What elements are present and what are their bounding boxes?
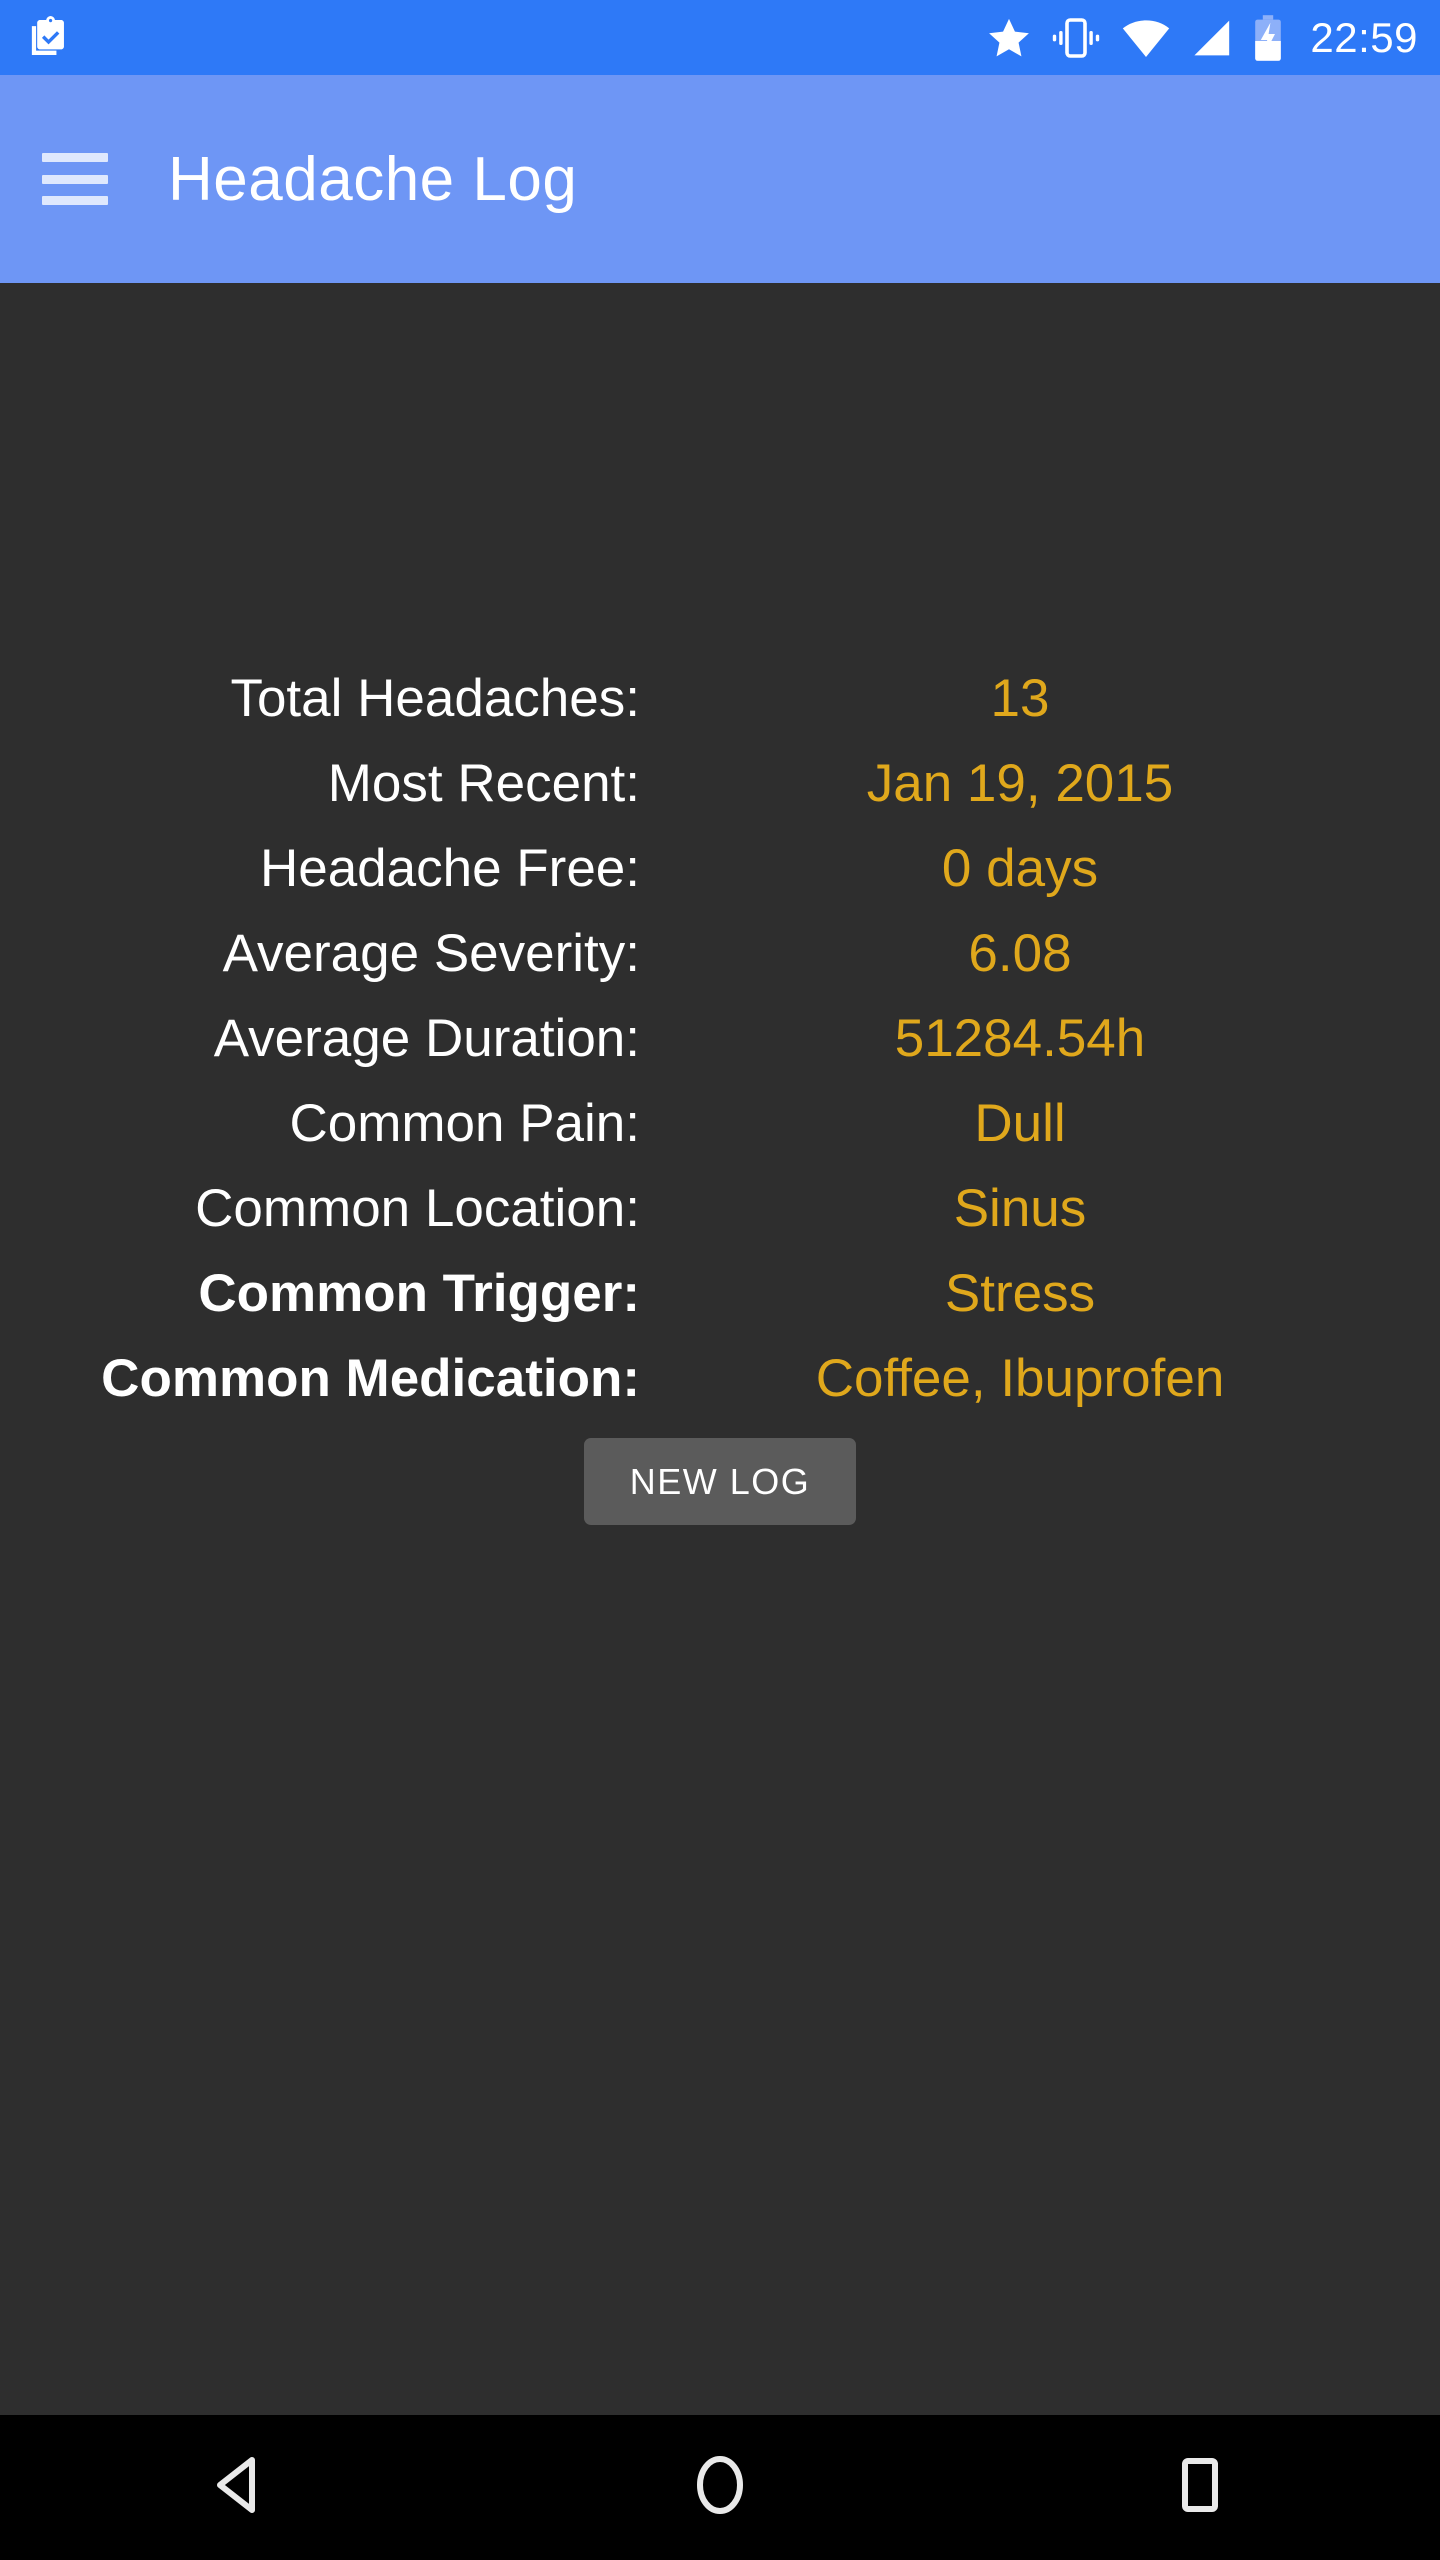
status-bar-indicators: 22:59 [986, 14, 1418, 62]
stat-row-average-duration: Average Duration: 51284.54h [0, 1008, 1440, 1093]
stat-value: 51284.54h [894, 1009, 1146, 1068]
stat-row-common-medication: Common Medication: Coffee, Ibuprofen [0, 1348, 1440, 1433]
stat-label: Common Pain: [289, 1094, 640, 1153]
stat-value: 6.08 [968, 924, 1072, 983]
battery-charging-icon [1252, 14, 1284, 62]
main-content: Total Headaches: 13 Most Recent: Jan 19,… [0, 283, 1440, 2415]
stat-label: Average Severity: [222, 924, 640, 983]
stat-label: Most Recent: [327, 754, 640, 813]
back-triangle-icon [212, 2454, 268, 2521]
stat-value: 0 days [941, 839, 1099, 898]
stat-row-most-recent: Most Recent: Jan 19, 2015 [0, 753, 1440, 838]
stat-row-total-headaches: Total Headaches: 13 [0, 668, 1440, 753]
stat-row-average-severity: Average Severity: 6.08 [0, 923, 1440, 1008]
hamburger-bar-2 [42, 174, 108, 184]
stat-label: Total Headaches: [230, 669, 640, 728]
clipboard-check-icon [26, 14, 70, 62]
wifi-icon [1120, 16, 1172, 60]
stat-label: Common Medication: [101, 1349, 640, 1408]
stat-row-common-pain: Common Pain: Dull [0, 1093, 1440, 1178]
stat-value: Coffee, Ibuprofen [815, 1349, 1225, 1408]
recents-square-icon [1180, 2456, 1220, 2519]
stat-value: 13 [990, 669, 1050, 728]
hamburger-bar-1 [42, 153, 108, 162]
vibrate-icon [1050, 16, 1102, 60]
stat-value: Dull [974, 1094, 1066, 1153]
cellular-signal-icon [1190, 16, 1234, 60]
hamburger-bar-3 [42, 196, 108, 205]
stat-label: Average Duration: [213, 1009, 640, 1068]
status-bar-notifications [26, 14, 70, 62]
star-icon [986, 16, 1032, 60]
status-bar: 22:59 [0, 0, 1440, 75]
stat-row-common-trigger: Common Trigger: Stress [0, 1263, 1440, 1348]
phone-screen: 22:59 Headache Log Total Headaches: 13 M… [0, 0, 1440, 2560]
page-title: Headache Log [168, 144, 578, 214]
app-bar: Headache Log [0, 75, 1440, 283]
stat-value: Sinus [953, 1179, 1087, 1238]
stat-value: Stress [944, 1264, 1096, 1323]
new-log-button-container: NEW LOG [0, 1438, 1440, 1525]
stat-label: Common Location: [195, 1179, 640, 1238]
stat-row-headache-free: Headache Free: 0 days [0, 838, 1440, 923]
android-navigation-bar [0, 2415, 1440, 2560]
status-bar-clock: 22:59 [1310, 13, 1418, 61]
nav-recents-button[interactable] [1120, 2415, 1280, 2560]
hamburger-menu-icon[interactable] [42, 153, 108, 205]
home-circle-icon [693, 2454, 747, 2521]
stat-label: Headache Free: [259, 839, 640, 898]
stat-row-common-location: Common Location: Sinus [0, 1178, 1440, 1263]
new-log-button[interactable]: NEW LOG [583, 1438, 857, 1525]
stats-list: Total Headaches: 13 Most Recent: Jan 19,… [0, 668, 1440, 1433]
stat-label: Common Trigger: [198, 1264, 640, 1323]
nav-back-button[interactable] [160, 2415, 320, 2560]
nav-home-button[interactable] [640, 2415, 800, 2560]
stat-value: Jan 19, 2015 [866, 754, 1174, 813]
